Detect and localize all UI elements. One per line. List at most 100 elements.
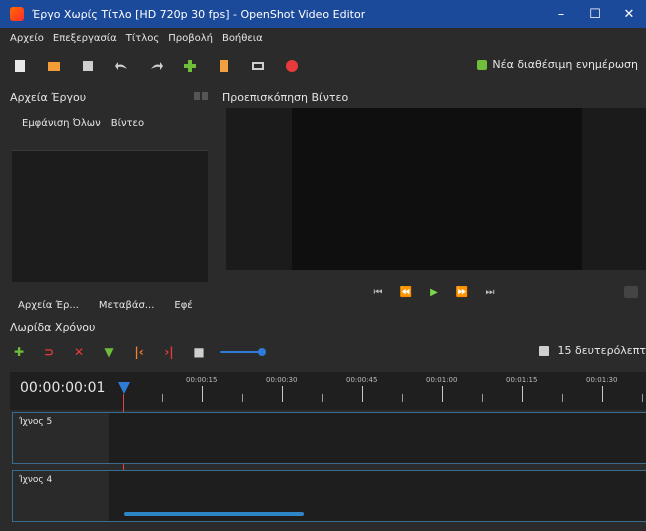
tick-minor (402, 394, 403, 402)
redo-button[interactable] (144, 54, 168, 78)
tick-label: 00:01:15 (506, 376, 538, 384)
jump-start-icon[interactable]: ⏮ (370, 285, 386, 299)
tick-minor (322, 394, 323, 402)
previous-marker-icon[interactable]: |‹ (130, 343, 148, 361)
dock-controls[interactable] (194, 92, 210, 102)
menu-bar: Αρχείο Επεξεργασία Τίτλος Προβολή Βοήθει… (0, 28, 646, 48)
tab-project-files[interactable]: Αρχεία Έρ... (12, 298, 85, 313)
menu-help[interactable]: Βοήθεια (222, 33, 263, 44)
timeline-ruler[interactable]: 00:00:15 00:00:30 00:00:45 00:01:00 00:0… (120, 376, 646, 406)
redo-icon (151, 62, 163, 70)
save-project-icon (83, 61, 93, 71)
jump-end-icon[interactable]: ⏭ (482, 285, 498, 299)
add-track-icon[interactable]: ✚ (10, 343, 28, 361)
preview-letterbox-right (582, 108, 646, 270)
tab-effects[interactable]: Εφέ (168, 298, 198, 313)
files-filter-bar: Εμφάνιση Όλων Βίντεο (22, 118, 202, 134)
export-video-icon (286, 60, 298, 72)
undo-icon (115, 62, 127, 70)
profile-button[interactable] (212, 54, 236, 78)
open-project-button[interactable] (42, 54, 66, 78)
tick-major (362, 386, 363, 402)
save-project-button[interactable] (76, 54, 100, 78)
center-timeline-icon[interactable]: ■ (190, 343, 208, 361)
tick-label: 00:00:15 (186, 376, 218, 384)
maximize-button[interactable]: ☐ (578, 0, 612, 28)
update-icon (477, 59, 488, 70)
left-panel-tabs: Αρχεία Έρ... Μεταβάσ... Εφέ (12, 294, 208, 316)
rewind-icon[interactable]: ⏪ (398, 285, 414, 299)
new-project-icon (15, 60, 25, 72)
import-files-icon (184, 60, 196, 72)
play-icon[interactable]: ▶ (426, 285, 442, 299)
tick-label: 00:01:00 (426, 376, 458, 384)
video-canvas (292, 108, 582, 270)
minimize-button[interactable]: – (544, 0, 578, 28)
next-marker-icon[interactable]: ›| (160, 343, 178, 361)
preview-header: Προεπισκόπηση Βίντεο (222, 88, 642, 106)
menu-view[interactable]: Προβολή (168, 33, 213, 44)
tick-minor (482, 394, 483, 402)
title-bar: Έργο Χωρίς Τίτλο [HD 720p 30 fps] - Open… (0, 0, 646, 28)
tick-major (522, 386, 523, 402)
snap-icon[interactable]: ⊃ (40, 343, 58, 361)
main-toolbar: Νέα διαθέσιμη ενημέρωση (0, 48, 646, 84)
track-row[interactable]: Ίχνος 5 (12, 412, 646, 464)
window-title: Έργο Χωρίς Τίτλο [HD 720p 30 fps] - Open… (32, 7, 366, 21)
timeline-header: Λωρίδα Χρόνου (10, 318, 210, 336)
fullscreen-icon (252, 62, 264, 70)
track-label: Ίχνος 5 (19, 417, 53, 427)
openshot-logo-icon (10, 7, 24, 21)
tick-label: 00:01:30 (586, 376, 618, 384)
track-header: Ίχνος 5 (13, 413, 109, 463)
camera-icon[interactable] (624, 286, 638, 298)
playhead-handle[interactable] (118, 382, 130, 394)
close-button[interactable]: ✕ (612, 0, 646, 28)
project-files-list[interactable] (12, 150, 208, 282)
track-label: Ίχνος 4 (19, 475, 53, 485)
tick-minor (242, 394, 243, 402)
zoom-icon (539, 345, 550, 356)
fast-forward-icon[interactable]: ⏩ (454, 285, 470, 299)
tick-minor (162, 394, 163, 402)
track-row[interactable]: Ίχνος 4 (12, 470, 646, 522)
transport-controls: ⏮ ⏪ ▶ ⏩ ⏭ (370, 284, 498, 300)
tick-major (202, 386, 203, 402)
fullscreen-button[interactable] (246, 54, 270, 78)
track-header: Ίχνος 4 (13, 471, 109, 521)
profile-icon (220, 60, 228, 72)
filter-video[interactable]: Βίντεο (111, 118, 144, 134)
zoom-slider[interactable] (220, 348, 266, 356)
project-files-header: Αρχεία Έργου (10, 88, 210, 106)
tick-major (442, 386, 443, 402)
timeline-scrollbar[interactable] (124, 512, 304, 516)
timeline-title: Λωρίδα Χρόνου (10, 320, 96, 334)
preview-letterbox-left (226, 108, 292, 270)
tick-major (602, 386, 603, 402)
preview-title: Προεπισκόπηση Βίντεο (222, 90, 349, 104)
current-timecode: 00:00:00:01 (20, 380, 106, 396)
tick-label: 00:00:30 (266, 376, 298, 384)
import-files-button[interactable] (178, 54, 202, 78)
razor-icon[interactable]: ✕ (70, 343, 88, 361)
undo-button[interactable] (110, 54, 134, 78)
add-marker-icon[interactable]: ▼ (100, 343, 118, 361)
timeline-toolbar: ✚ ⊃ ✕ ▼ |‹ ›| ■ 15 δευτερόλεπτ (10, 340, 646, 364)
zoom-display: 15 δευτερόλεπτ (539, 344, 646, 357)
project-files-title: Αρχεία Έργου (10, 90, 87, 104)
menu-title[interactable]: Τίτλος (126, 33, 159, 44)
tick-major (282, 386, 283, 402)
open-project-icon (48, 62, 60, 71)
new-project-button[interactable] (8, 54, 32, 78)
export-video-button[interactable] (280, 54, 304, 78)
tick-minor (642, 394, 643, 402)
tab-transitions[interactable]: Μεταβάσ... (93, 298, 161, 313)
menu-edit[interactable]: Επεξεργασία (53, 33, 117, 44)
zoom-level-label: 15 δευτερόλεπτ (557, 344, 646, 357)
tick-minor (562, 394, 563, 402)
tick-label: 00:00:45 (346, 376, 378, 384)
filter-show-all[interactable]: Εμφάνιση Όλων (22, 118, 101, 134)
menu-file[interactable]: Αρχείο (10, 33, 44, 44)
update-notice[interactable]: Νέα διαθέσιμη ενημέρωση (477, 58, 638, 71)
update-notice-label: Νέα διαθέσιμη ενημέρωση (492, 58, 638, 71)
